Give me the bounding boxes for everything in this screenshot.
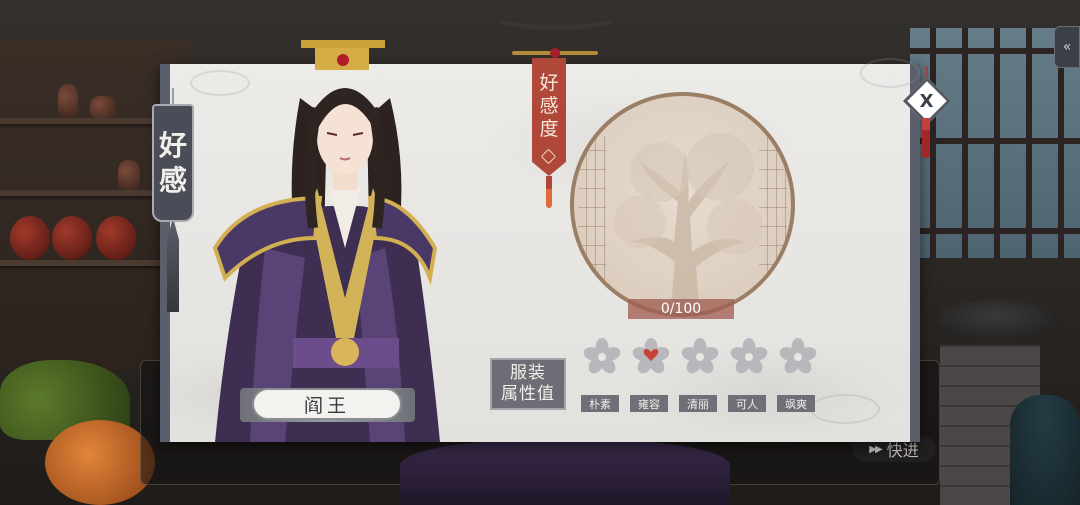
attribute-label: 可人	[728, 395, 766, 412]
flower-icon	[779, 338, 817, 374]
close-icon: X	[920, 90, 934, 112]
fast-forward-icon: ▶▶	[869, 443, 882, 455]
affection-progress: 0/100	[628, 299, 734, 319]
flower-icon	[583, 338, 621, 374]
attribute-label: 飒爽	[777, 395, 815, 412]
tree-silhouette	[614, 133, 763, 313]
flower-icon	[681, 338, 719, 374]
banner-tassel	[546, 176, 552, 208]
ornament-bracket	[500, 20, 612, 30]
attribute-label: 朴素	[581, 395, 619, 412]
clothing-attribute-label: 服装 属性值	[490, 358, 566, 410]
character-name: 阎王	[303, 394, 350, 417]
attribute-item[interactable]: 朴素	[581, 338, 622, 412]
affection-round-window	[570, 92, 795, 317]
banner-rod	[512, 48, 598, 58]
attribute-label: 清丽	[679, 395, 717, 412]
affection-progress-text: 0/100	[660, 301, 702, 317]
flower-icon	[730, 338, 768, 374]
affection-side-tag: 好 感	[152, 104, 194, 222]
tassel-decoration	[167, 222, 179, 312]
character-portrait	[212, 40, 440, 442]
water-barrel	[1010, 395, 1080, 505]
attribute-item[interactable]: 可人	[728, 338, 769, 412]
attribute-label: 雍容	[630, 395, 668, 412]
attribute-item[interactable]: 飒爽	[777, 338, 818, 412]
attribute-item[interactable]: 清丽	[679, 338, 720, 412]
cooking-pot	[930, 300, 1060, 340]
close-tassel	[922, 118, 930, 158]
character-name-plate: 阎王	[252, 388, 402, 420]
background-figure	[400, 440, 730, 505]
back-arrow-icon[interactable]: «	[1054, 26, 1080, 68]
pumpkin	[45, 420, 155, 505]
heart-flower-icon	[632, 338, 670, 374]
attribute-item[interactable]: 雍容	[630, 338, 671, 412]
